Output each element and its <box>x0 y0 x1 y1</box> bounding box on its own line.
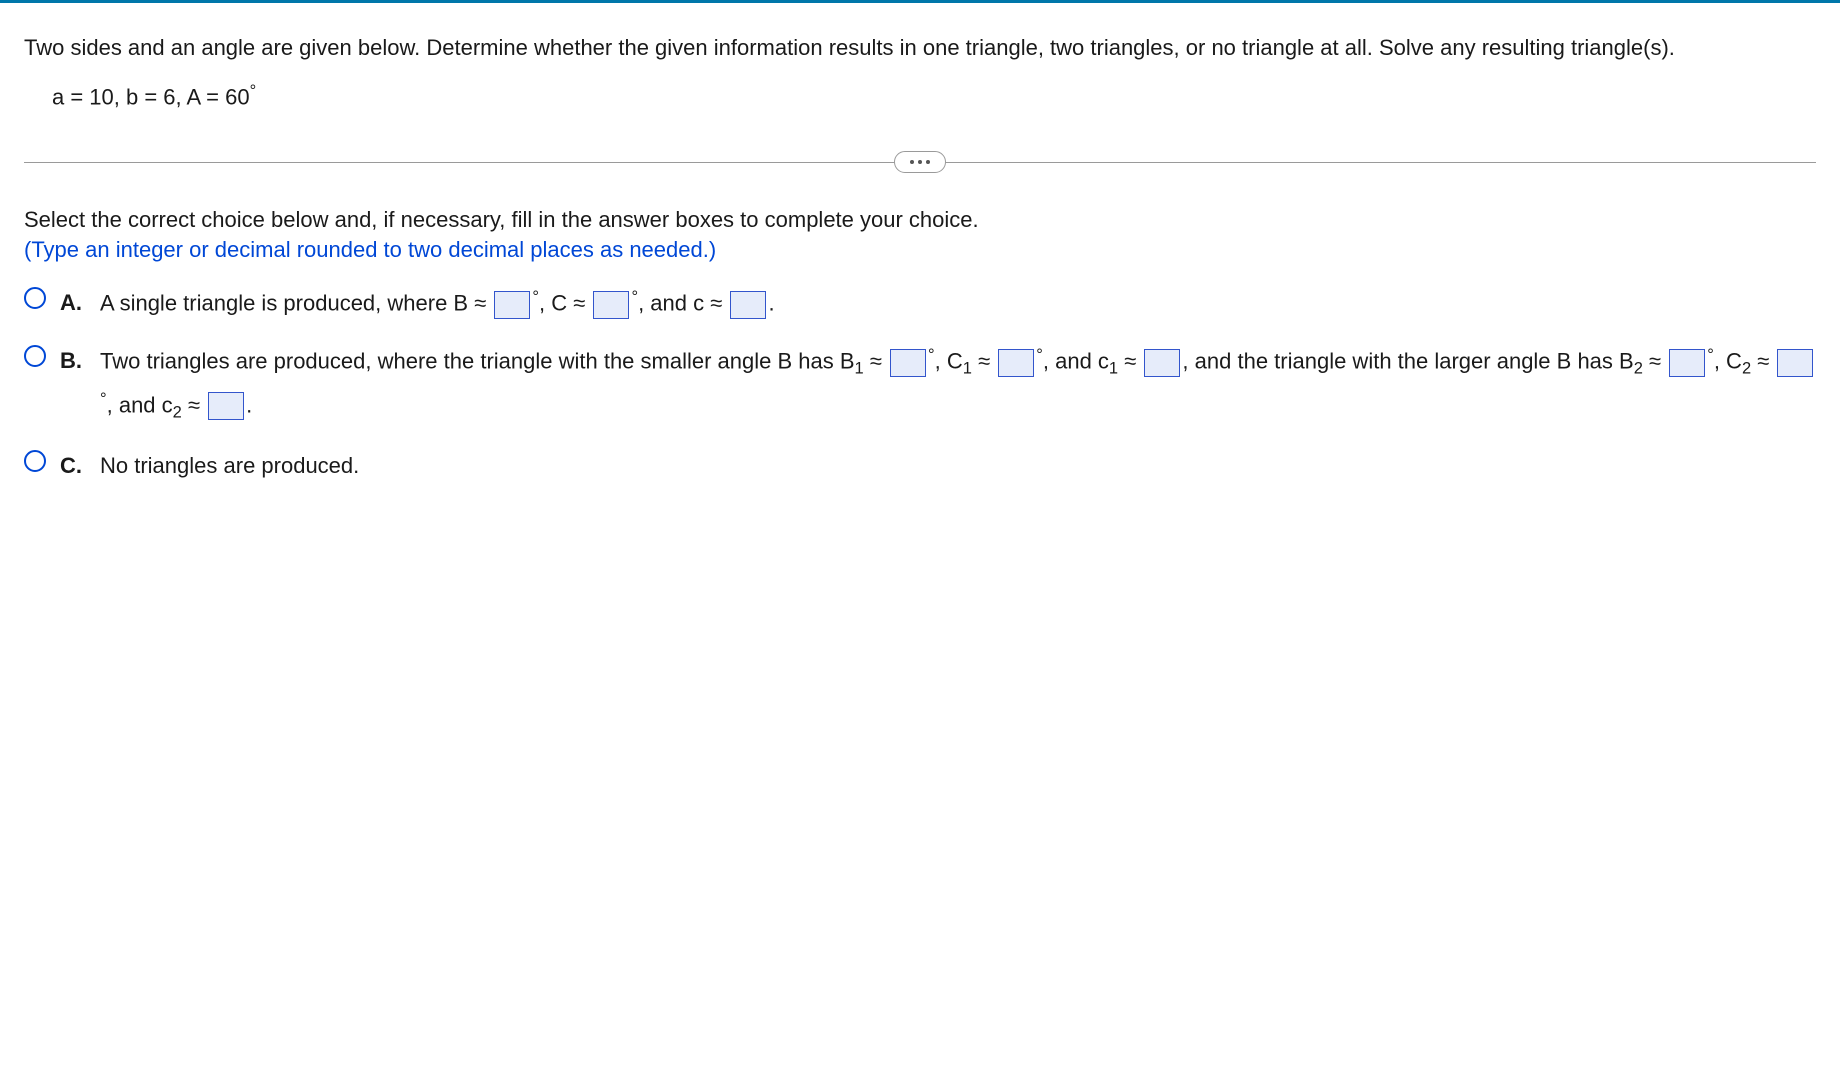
choice-b-body: Two triangles are produced, where the tr… <box>100 339 1816 428</box>
choice-b-text-5: , C <box>1714 349 1742 374</box>
input-b-c2[interactable] <box>208 392 244 420</box>
dot-icon <box>926 160 930 164</box>
input-b-c1[interactable] <box>1144 349 1180 377</box>
sub-1c: 1 <box>1109 360 1118 378</box>
approx-2: ≈ <box>972 349 990 374</box>
input-a-C[interactable] <box>593 291 629 319</box>
choice-b-period: . <box>246 392 252 417</box>
dot-icon <box>918 160 922 164</box>
choice-b-text-3: , and c <box>1043 349 1109 374</box>
given-expression: a = 10, b = 6, A = 60 <box>52 84 250 109</box>
radio-b[interactable] <box>24 345 46 367</box>
approx-1: ≈ <box>864 349 882 374</box>
choice-c-label: C. <box>60 444 86 486</box>
answer-block: Select the correct choice below and, if … <box>0 171 1840 521</box>
expand-button[interactable] <box>894 151 946 173</box>
choice-a-period: . <box>768 291 774 316</box>
input-b-B1[interactable] <box>890 349 926 377</box>
radio-a[interactable] <box>24 287 46 309</box>
input-a-B[interactable] <box>494 291 530 319</box>
input-a-c[interactable] <box>730 291 766 319</box>
degree-symbol: ° <box>100 390 107 408</box>
answer-hint: (Type an integer or decimal rounded to t… <box>24 237 1816 263</box>
choice-c-body: No triangles are produced. <box>100 444 1816 486</box>
degree-symbol: ° <box>928 346 935 364</box>
choice-a-text-2: , C ≈ <box>539 291 585 316</box>
question-block: Two sides and an angle are given below. … <box>0 3 1840 126</box>
sub-1: 1 <box>855 360 864 378</box>
choice-c-text: No triangles are produced. <box>100 453 359 478</box>
answer-instruction: Select the correct choice below and, if … <box>24 207 1816 233</box>
choice-b-label: B. <box>60 339 86 381</box>
dot-icon <box>910 160 914 164</box>
choice-a-body: A single triangle is produced, where B ≈… <box>100 281 1816 323</box>
input-b-C2[interactable] <box>1777 349 1813 377</box>
choice-b-text-6: , and c <box>107 392 173 417</box>
choice-a-text-3: , and c ≈ <box>638 291 722 316</box>
choice-b-text-4: , and the triangle with the larger angle… <box>1182 349 1633 374</box>
page-container: Two sides and an angle are given below. … <box>0 0 1840 1065</box>
choice-b-text-2: , C <box>935 349 963 374</box>
choice-c: C. No triangles are produced. <box>24 444 1816 486</box>
choice-a-text-1: A single triangle is produced, where B ≈ <box>100 291 486 316</box>
given-values: a = 10, b = 6, A = 60° <box>24 82 1816 110</box>
choice-b: B. Two triangles are produced, where the… <box>24 339 1816 428</box>
approx-3: ≈ <box>1118 349 1136 374</box>
input-b-C1[interactable] <box>998 349 1034 377</box>
sub-1b: 1 <box>963 360 972 378</box>
choice-a: A. A single triangle is produced, where … <box>24 281 1816 323</box>
sub-2b: 2 <box>1742 360 1751 378</box>
choice-b-text-1: Two triangles are produced, where the tr… <box>100 349 855 374</box>
degree-symbol: ° <box>1036 346 1043 364</box>
sub-2: 2 <box>1634 360 1643 378</box>
sub-2c: 2 <box>173 403 182 421</box>
degree-symbol: ° <box>1707 346 1714 364</box>
input-b-B2[interactable] <box>1669 349 1705 377</box>
question-prompt: Two sides and an angle are given below. … <box>24 31 1816 64</box>
section-divider <box>0 162 1840 163</box>
approx-4: ≈ <box>1643 349 1661 374</box>
approx-6: ≈ <box>182 392 200 417</box>
radio-c[interactable] <box>24 450 46 472</box>
approx-5: ≈ <box>1751 349 1769 374</box>
choice-a-label: A. <box>60 281 86 323</box>
degree-symbol: ° <box>250 82 257 100</box>
